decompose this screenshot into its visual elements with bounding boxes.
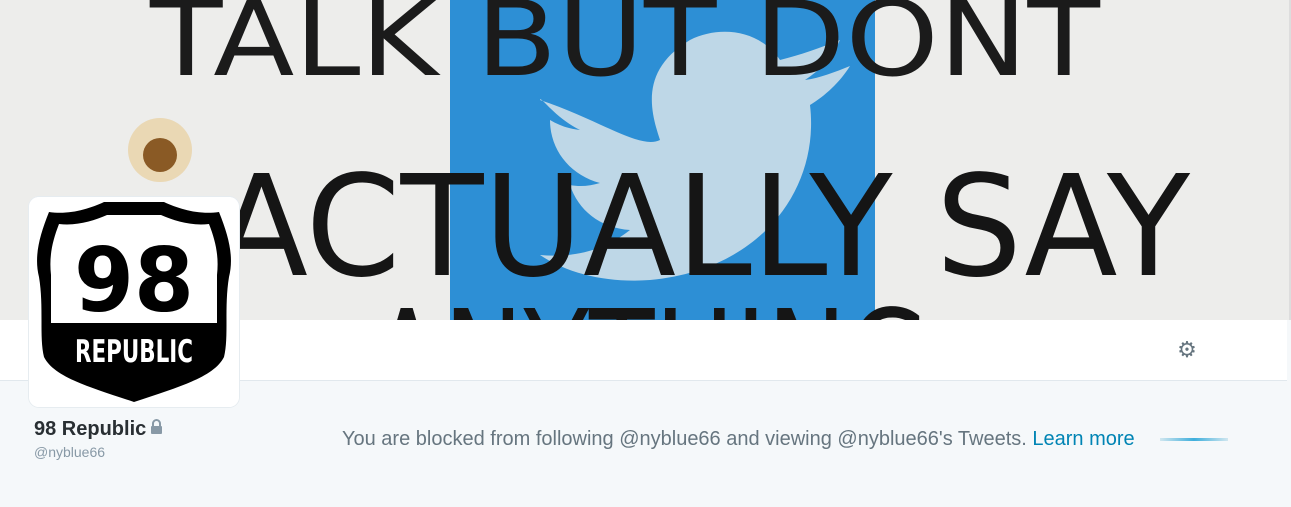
blocked-message-text: You are blocked from following @nyblue66… <box>342 428 1027 450</box>
avatar[interactable]: 98 REPUBLIC <box>29 197 239 407</box>
learn-more-hover-underline <box>1160 438 1228 441</box>
gear-icon[interactable]: ⚙ <box>1175 338 1199 362</box>
screen-name[interactable]: @nyblue66 <box>34 444 105 460</box>
banner-line-3: ANYTHING <box>370 281 930 320</box>
shield-number: 98 <box>74 229 194 332</box>
blocked-message: You are blocked from following @nyblue66… <box>342 428 1135 451</box>
profile-name-text[interactable]: 98 Republic <box>34 418 146 440</box>
banner-line-1: TALK BUT DONT <box>149 0 1101 100</box>
lock-icon <box>150 417 163 440</box>
learn-more-link[interactable]: Learn more <box>1032 428 1134 452</box>
profile-name[interactable]: 98 Republic <box>34 418 163 441</box>
route-shield-logo: 98 REPUBLIC <box>29 197 239 407</box>
shield-word: REPUBLIC <box>75 334 193 370</box>
